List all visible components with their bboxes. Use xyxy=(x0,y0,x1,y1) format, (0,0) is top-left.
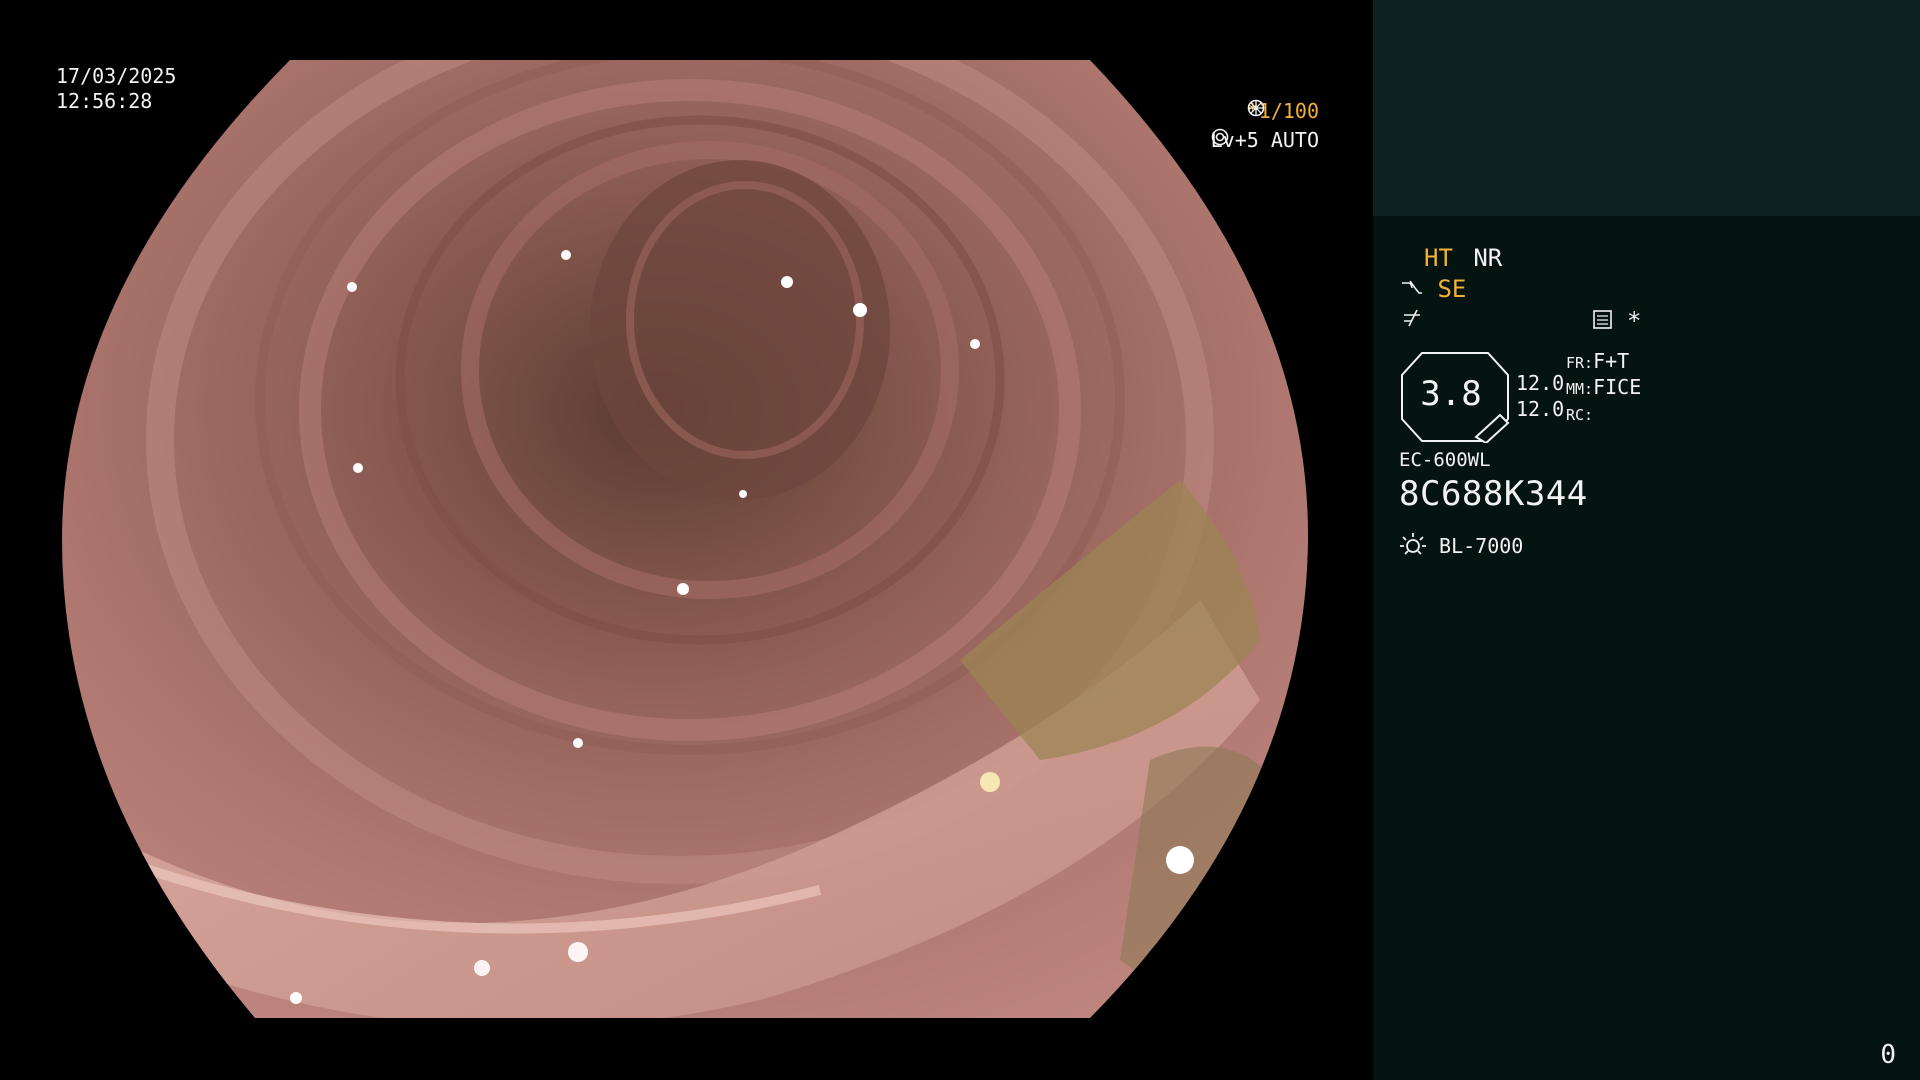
panel-header-area xyxy=(1373,0,1920,216)
stats-values: 12.0 12.0 xyxy=(1516,370,1564,422)
nr-label: NR xyxy=(1473,244,1503,272)
page-number: 0 xyxy=(1880,1040,1896,1070)
fr-value: F+T xyxy=(1593,349,1630,373)
endoscopic-image xyxy=(62,60,1309,1018)
mm-value: FICE xyxy=(1593,375,1642,399)
stat-value-2: 12.0 xyxy=(1516,397,1565,421)
rc-label: RC: xyxy=(1566,406,1594,424)
enhancement-row: HT NR xyxy=(1424,244,1502,272)
scope-serial: 8C688K344 xyxy=(1399,474,1588,514)
color-mode-icon xyxy=(1404,309,1420,327)
shutter-indicator: *1/100 xyxy=(1247,99,1319,123)
datetime: 17/03/2025 12:56:28 xyxy=(56,64,176,114)
mode-settings: FR:F+T MM:FICE RC: xyxy=(1566,349,1641,427)
iris-icon xyxy=(1211,128,1228,146)
endoscope-view: 17/03/2025 12:56:28 *1/100 Lv+5 AUTO xyxy=(0,0,1373,1080)
zoom-value: 3.8 xyxy=(1420,374,1482,414)
settings-icon xyxy=(1593,310,1612,329)
light-source: BL-7000 xyxy=(1399,531,1523,559)
structure-enhance-icon xyxy=(1402,280,1422,294)
fr-label: FR: xyxy=(1566,354,1594,372)
info-panel: HT NR SE * 3.8 12.0 12.0 FR:F+T MM:FICE … xyxy=(1373,0,1920,1080)
mm-label: MM: xyxy=(1566,380,1594,398)
light-source-icon xyxy=(1400,533,1426,555)
shutter-icon xyxy=(1247,99,1265,117)
date-text: 17/03/2025 xyxy=(56,64,177,88)
ht-label: HT xyxy=(1424,244,1453,272)
star-indicator: * xyxy=(1627,307,1642,335)
stat-value-1: 12.0 xyxy=(1516,371,1565,395)
mode-row: * xyxy=(1401,307,1661,335)
scope-model: EC-600WL xyxy=(1399,449,1491,471)
light-source-text: BL-7000 xyxy=(1439,534,1524,558)
se-label: SE xyxy=(1437,275,1467,303)
time-text: 12:56:28 xyxy=(56,89,153,113)
structure-row: SE xyxy=(1401,275,1466,303)
brightness-level: Lv+5 AUTO xyxy=(1211,128,1319,152)
